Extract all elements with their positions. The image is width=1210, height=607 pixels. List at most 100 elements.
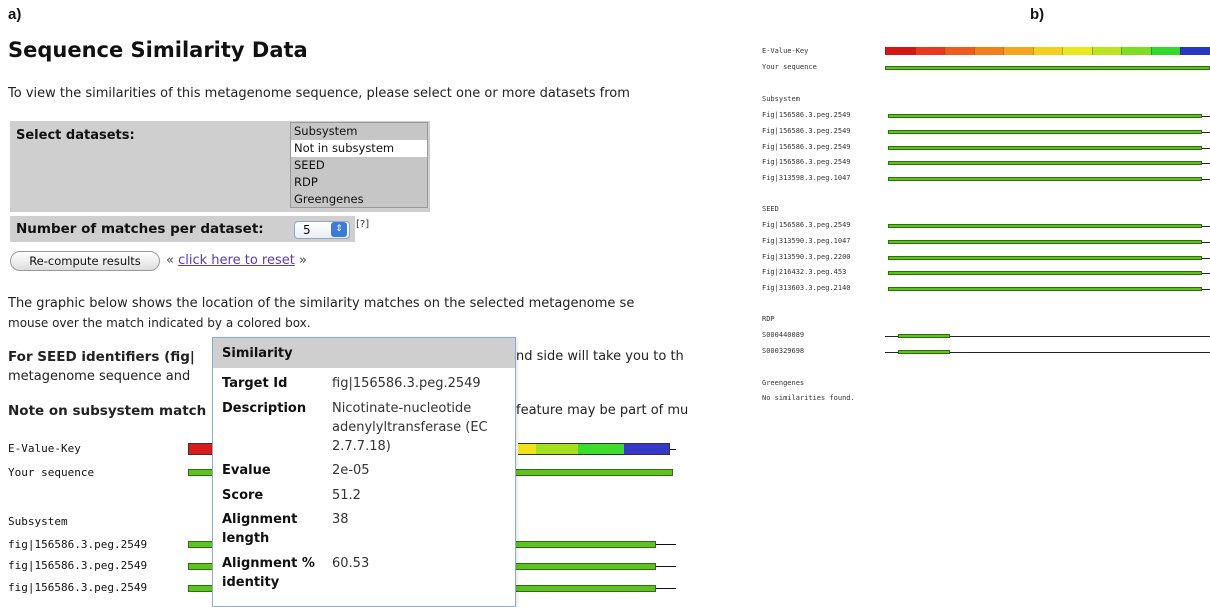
pb-match-bar[interactable]	[888, 256, 1202, 260]
evalue-key-segment	[536, 443, 578, 455]
popup-field-key: Target Id	[222, 376, 288, 391]
pb-match-line	[1202, 258, 1210, 259]
select-arrows-icon[interactable]: ⇕	[331, 222, 347, 237]
evalue-key-segment	[624, 443, 670, 455]
pb-row-label: Fig|216432.3.peg.453	[762, 268, 847, 276]
reset-suffix: »	[298, 253, 307, 268]
pb-your-sequence-bar[interactable]	[885, 66, 1210, 70]
panel-b-label: b)	[1030, 6, 1045, 23]
pb-row-label: Fig|156586.3.peg.2549	[762, 127, 851, 135]
match-row-label: fig|156586.3.peg.2549	[8, 581, 148, 594]
pb-evalue-key-segment	[944, 47, 975, 55]
pb-row-label: Fig|156586.3.peg.2549	[762, 221, 851, 229]
recompute-button[interactable]: Re-compute results	[10, 251, 160, 271]
graphic-description-text: The graphic below shows the location of …	[8, 296, 635, 311]
pb-evalue-key-segment	[1180, 47, 1210, 55]
pb-match-bar[interactable]	[888, 114, 1202, 118]
pb-evalue-key-segment	[1150, 47, 1181, 55]
popup-field-key: Alignment length	[222, 512, 298, 546]
seed-identifiers-heading: For SEED identifiers (fig|	[8, 349, 195, 365]
pb-match-bar[interactable]	[888, 161, 1202, 165]
match-line	[656, 544, 676, 545]
pb-row-label: Fig|313603.3.peg.2140	[762, 284, 851, 292]
reset-prefix: «	[166, 253, 174, 268]
dataset-option-not-in-subsystem[interactable]: Not in subsystem	[291, 140, 427, 157]
match-row-label: fig|156586.3.peg.2549	[8, 559, 148, 572]
pb-evalue-key-segment	[914, 47, 945, 55]
popup-field-value: 38	[332, 512, 349, 527]
popup-title: Similarity	[222, 346, 293, 361]
dataset-option-rdp[interactable]: RDP	[291, 174, 427, 191]
pb-group-label: SEED	[762, 205, 779, 213]
matches-value: 5	[303, 223, 311, 237]
pb-no-similarities-text: No similarities found.	[762, 394, 855, 402]
evalue-key-segment	[578, 443, 624, 455]
pb-evalue-key-segment	[1091, 47, 1122, 55]
popup-field-value: fig|156586.3.peg.2549	[332, 376, 481, 391]
popup-field-key: Alignment % identity	[222, 556, 315, 590]
pb-match-bar[interactable]	[888, 240, 1202, 244]
pb-match-bar[interactable]	[888, 271, 1202, 275]
popup-field-key: Score	[222, 488, 264, 503]
popup-field-value: 60.53	[332, 556, 370, 571]
evalue-key-segment	[188, 443, 214, 455]
matches-label: Number of matches per dataset:	[16, 221, 264, 237]
dataset-option-greengenes[interactable]: Greengenes	[291, 191, 427, 207]
pb-match-bar[interactable]	[888, 146, 1202, 150]
pb-row-label: Fig|313590.3.peg.2200	[762, 253, 851, 261]
pb-evalue-key-label: E-Value-Key	[762, 47, 809, 55]
intro-text: To view the similarities of this metagen…	[8, 86, 630, 101]
pb-row-label: Fig|156586.3.peg.2549	[762, 111, 851, 119]
pb-match-bar[interactable]	[898, 334, 950, 338]
select-datasets-label: Select datasets:	[16, 128, 135, 143]
pb-match-line	[1202, 273, 1210, 274]
pb-match-line	[1202, 242, 1210, 243]
pb-row-label: Fig|313598.3.peg.1047	[762, 174, 851, 182]
pb-match-line	[1202, 289, 1210, 290]
pb-match-line	[1202, 116, 1210, 117]
match-line	[656, 566, 676, 567]
seed-identifiers-text: nd side will take you to th	[516, 349, 684, 364]
subsystem-group-label: Subsystem	[8, 515, 68, 528]
evalue-key-segment	[518, 443, 536, 455]
help-link[interactable]: [?]	[356, 219, 369, 230]
your-sequence-label: Your sequence	[8, 466, 95, 479]
dataset-listbox[interactable]: Subsystem Not in subsystem SEED RDP Gree…	[290, 122, 428, 208]
subsystem-note-heading: Note on subsystem match	[8, 403, 207, 419]
pb-evalue-key-segment	[1032, 47, 1063, 55]
pb-row-label: Fig|313590.3.peg.1047	[762, 237, 851, 245]
pb-evalue-key-segment	[885, 47, 915, 55]
pb-match-line	[1202, 132, 1210, 133]
pb-group-label: RDP	[762, 315, 775, 323]
pb-row-label: S000329698	[762, 347, 805, 355]
pb-row-label: S000440089	[762, 331, 805, 339]
popup-field-key: Evalue	[222, 463, 271, 478]
pb-evalue-key-segment	[1003, 47, 1034, 55]
popup-field-key: Description	[222, 401, 307, 416]
evalue-key-label: E-Value-Key	[8, 442, 81, 455]
dataset-option-subsystem[interactable]: Subsystem	[291, 123, 427, 140]
pb-match-line	[1202, 163, 1210, 164]
dataset-option-seed[interactable]: SEED	[291, 157, 427, 174]
pb-match-bar[interactable]	[888, 130, 1202, 134]
match-line	[656, 588, 676, 589]
popup-field-value: Nicotinate-nucleotide adenylyltransferas…	[332, 401, 488, 454]
popup-field-value: 2e-05	[332, 463, 370, 478]
similarity-popup: Similarity Target Id fig|156586.3.peg.25…	[212, 337, 516, 607]
pb-match-bar[interactable]	[888, 177, 1202, 181]
pb-match-bar[interactable]	[888, 224, 1202, 228]
pb-evalue-key-segment	[1062, 47, 1093, 55]
pb-match-line	[1202, 226, 1210, 227]
pb-evalue-key-bar	[885, 47, 1210, 55]
pb-match-line	[1202, 148, 1210, 149]
panel-a-label: a)	[8, 6, 22, 23]
page-title: Sequence Similarity Data	[8, 38, 308, 62]
pb-row-label: Fig|156586.3.peg.2549	[762, 143, 851, 151]
pb-row-label: Fig|156586.3.peg.2549	[762, 158, 851, 166]
pb-group-label: Greengenes	[762, 379, 805, 387]
seed-identifiers-text-2: metagenome sequence and	[8, 369, 191, 384]
pb-match-bar[interactable]	[898, 350, 950, 354]
pb-group-label: Subsystem	[762, 95, 800, 103]
reset-link[interactable]: click here to reset	[178, 253, 295, 268]
pb-match-bar[interactable]	[888, 287, 1202, 291]
